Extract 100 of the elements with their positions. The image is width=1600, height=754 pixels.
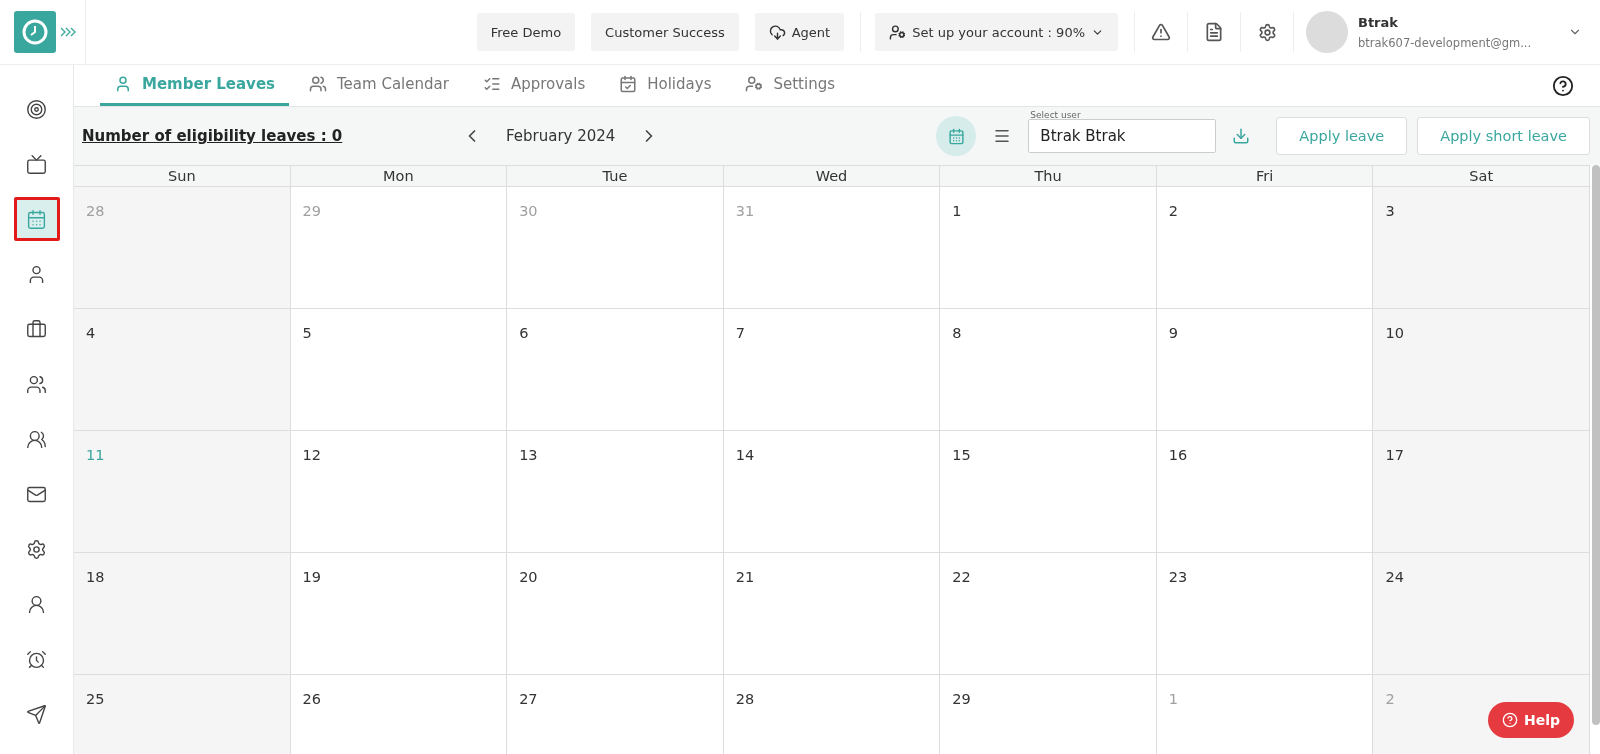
day-number: 22 [952, 569, 971, 585]
top-button[interactable]: Free Demo [476, 13, 576, 51]
day-number: 7 [735, 325, 745, 341]
day-cell[interactable]: 6 [507, 309, 724, 431]
user-email: btrak607-development@gm... [1358, 35, 1533, 50]
day-number: 8 [952, 325, 962, 341]
day-cell[interactable]: 5 [290, 309, 508, 431]
weekday-header: Mon [290, 165, 508, 187]
day-number: 21 [735, 569, 755, 585]
users-icon [26, 373, 47, 395]
tab[interactable]: Settings [731, 65, 849, 106]
day-cell[interactable]: 7 [723, 309, 941, 431]
day-cell[interactable]: 23 [1156, 553, 1374, 675]
day-number: 9 [1168, 325, 1179, 341]
day-number: 10 [1385, 325, 1404, 341]
day-cell[interactable]: 8 [940, 309, 1157, 431]
day-cell[interactable]: 25 [74, 675, 291, 754]
menu-icon [993, 127, 1012, 145]
weekday-header: Tue [507, 165, 724, 187]
day-cell[interactable]: 13 [507, 431, 724, 553]
person-icon [26, 593, 47, 615]
day-number: 2 [1385, 691, 1395, 707]
day-number: 23 [1168, 569, 1188, 585]
tab[interactable]: Holidays [605, 65, 726, 106]
day-number: 18 [86, 569, 105, 585]
sidebar-item[interactable] [13, 197, 60, 241]
day-number: 29 [952, 691, 971, 707]
day-number: 28 [86, 203, 105, 219]
weekday-header: Sun [74, 165, 291, 187]
calendar-icon [26, 208, 47, 230]
tab[interactable]: Approvals [468, 65, 600, 106]
day-cell[interactable]: 2 [1156, 187, 1374, 309]
day-number: 29 [302, 203, 321, 219]
setup-account-button[interactable]: Set up your account : 90% [875, 13, 1118, 51]
expand-icon[interactable] [60, 27, 76, 37]
day-number: 4 [86, 325, 96, 341]
day-number: 14 [735, 447, 755, 463]
day-cell[interactable]: 9 [1156, 309, 1374, 431]
top-button[interactable]: Customer Success [591, 13, 739, 51]
weekday-header: Fri [1156, 165, 1374, 187]
day-number: 1 [1168, 691, 1179, 707]
calendar-icon [619, 75, 638, 93]
cloud-icon [768, 23, 786, 41]
scrollbar[interactable] [1592, 165, 1600, 725]
day-cell[interactable]: 19 [290, 553, 508, 675]
day-number: 31 [735, 203, 755, 219]
day-number: 27 [519, 691, 538, 707]
day-number: 13 [519, 447, 538, 463]
day-number: 1 [952, 203, 962, 219]
app-logo[interactable] [14, 11, 56, 53]
help-button[interactable]: Help [1487, 702, 1574, 738]
tv-icon [26, 153, 47, 175]
day-cell[interactable]: 17 [1373, 431, 1590, 553]
settings-icon [26, 538, 47, 560]
weekday-header: Thu [940, 165, 1157, 187]
day-number: 28 [735, 691, 755, 707]
user-gear-icon [745, 75, 764, 93]
day-number: 26 [302, 691, 321, 707]
target-icon [26, 98, 47, 120]
day-cell[interactable]: 12 [290, 431, 508, 553]
weekday-header: Sat [1373, 165, 1590, 187]
send-icon [26, 703, 47, 725]
user-icon [114, 75, 132, 93]
field-label: Select user [1030, 110, 1081, 120]
day-cell[interactable]: 4 [74, 309, 291, 431]
help-icon[interactable] [1552, 74, 1574, 97]
day-cell[interactable]: 16 [1156, 431, 1374, 553]
day-number: 30 [519, 203, 538, 219]
day-number: 3 [1385, 203, 1395, 219]
day-cell[interactable]: 1 [940, 187, 1157, 309]
day-number: 2 [1168, 203, 1179, 219]
day-cell[interactable]: 22 [940, 553, 1157, 675]
day-number: 25 [86, 691, 105, 707]
day-cell[interactable]: 24 [1373, 553, 1590, 675]
tab[interactable]: Team Calendar [295, 65, 463, 106]
user-gear-icon [889, 23, 907, 41]
day-cell[interactable]: 14 [723, 431, 941, 553]
day-cell[interactable]: 21 [723, 553, 941, 675]
calendar-icon [947, 127, 965, 145]
day-cell[interactable]: 20 [507, 553, 724, 675]
briefcase-icon [26, 318, 47, 340]
eligibility-leaves-link[interactable]: Number of eligibility leaves : 0 [82, 127, 462, 145]
day-number: 19 [302, 569, 321, 585]
day-cell[interactable]: 3 [1373, 187, 1590, 309]
day-cell[interactable]: 15 [940, 431, 1157, 553]
weekday-header: Wed [723, 165, 941, 187]
day-number: 16 [1168, 447, 1188, 463]
day-number: 20 [519, 569, 538, 585]
day-number: 11 [86, 447, 105, 463]
day-number: 5 [302, 325, 312, 341]
group-icon [26, 428, 47, 450]
day-number: 12 [302, 447, 321, 463]
alarm-clock-icon [26, 648, 47, 670]
user-name: Btrak [1358, 14, 1399, 30]
day-cell[interactable]: 10 [1373, 309, 1590, 431]
month-label: February 2024 [506, 127, 616, 145]
day-number: 24 [1385, 569, 1404, 585]
agent-button[interactable]: Agent [754, 13, 845, 51]
day-cell[interactable]: 18 [74, 553, 291, 675]
day-number: 17 [1385, 447, 1404, 463]
